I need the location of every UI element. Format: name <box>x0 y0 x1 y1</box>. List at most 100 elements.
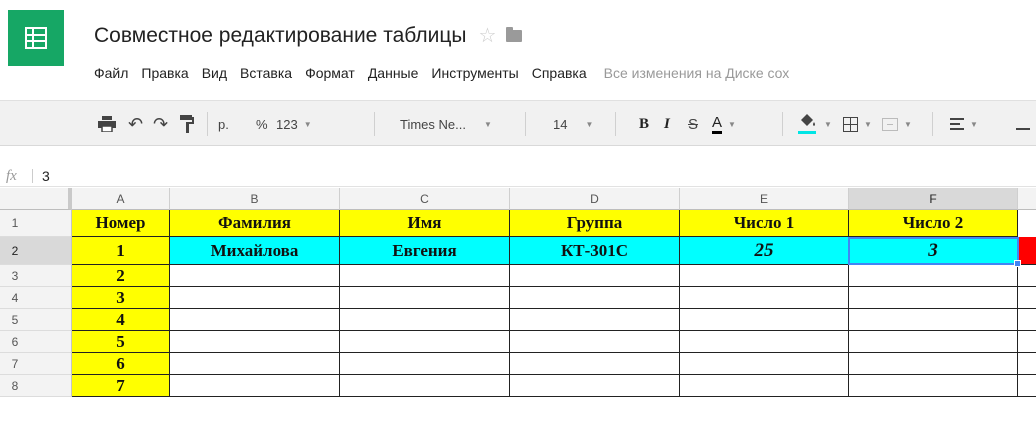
data-cell-a2[interactable]: 1 <box>72 237 170 265</box>
empty-cell[interactable] <box>510 353 680 375</box>
row-header-1[interactable]: 1 <box>0 210 72 237</box>
empty-cell[interactable] <box>170 265 340 287</box>
empty-cell[interactable] <box>849 265 1018 287</box>
data-cell-f2[interactable]: 3 <box>849 237 1018 265</box>
column-header-f[interactable]: F <box>849 188 1018 210</box>
empty-cell[interactable] <box>1018 287 1036 309</box>
data-cell-d2[interactable]: КТ-301С <box>510 237 680 265</box>
align-button[interactable]: ▼ <box>950 101 978 147</box>
row-header-6[interactable]: 6 <box>0 331 72 353</box>
number-cell-a8[interactable]: 7 <box>72 375 170 397</box>
header-cell-a[interactable]: Номер <box>72 210 170 237</box>
menu-insert[interactable]: Вставка <box>240 65 292 81</box>
valign-button[interactable] <box>1016 101 1030 147</box>
number-format-dropdown[interactable]: 123 ▼ <box>276 101 312 147</box>
row-header-5[interactable]: 5 <box>0 309 72 331</box>
row-header-3[interactable]: 3 <box>0 265 72 287</box>
header-cell-e[interactable]: Число 1 <box>680 210 849 237</box>
fill-color-button[interactable]: ▼ <box>798 101 832 147</box>
empty-cell[interactable] <box>510 265 680 287</box>
column-header-d[interactable]: D <box>510 188 680 210</box>
font-family-dropdown[interactable]: Times Ne... ▼ <box>400 101 492 147</box>
folder-icon[interactable] <box>506 27 523 42</box>
empty-cell[interactable] <box>510 331 680 353</box>
empty-cell[interactable] <box>680 331 849 353</box>
undo-button[interactable]: ↶ <box>128 101 143 147</box>
empty-cell[interactable] <box>340 375 510 397</box>
empty-cell[interactable] <box>849 353 1018 375</box>
data-cell-b2[interactable]: Михайлова <box>170 237 340 265</box>
currency-format-button[interactable]: р. <box>218 101 229 147</box>
row-header-4[interactable]: 4 <box>0 287 72 309</box>
document-title[interactable]: Совместное редактирование таблицы <box>94 24 466 48</box>
empty-cell[interactable] <box>510 375 680 397</box>
header-cell-b[interactable]: Фамилия <box>170 210 340 237</box>
data-cell-e2[interactable]: 25 <box>680 237 849 265</box>
header-cell-c[interactable]: Имя <box>340 210 510 237</box>
percent-format-button[interactable]: % <box>256 101 268 147</box>
empty-cell[interactable] <box>1018 331 1036 353</box>
column-header-a[interactable]: A <box>72 188 170 210</box>
menu-data[interactable]: Данные <box>368 65 419 81</box>
column-header-b[interactable]: B <box>170 188 340 210</box>
number-cell-a4[interactable]: 3 <box>72 287 170 309</box>
empty-cell[interactable] <box>510 287 680 309</box>
save-status[interactable]: Все изменения на Диске сох <box>604 65 790 81</box>
menu-file[interactable]: Файл <box>94 65 128 81</box>
empty-cell[interactable] <box>680 265 849 287</box>
select-all-corner[interactable] <box>0 188 72 210</box>
column-header-g[interactable] <box>1018 188 1036 210</box>
empty-cell[interactable] <box>849 331 1018 353</box>
merge-cells-button[interactable]: ▼ <box>882 101 912 147</box>
star-icon[interactable]: ☆ <box>478 26 496 46</box>
empty-cell[interactable] <box>1018 353 1036 375</box>
number-cell-a7[interactable]: 6 <box>72 353 170 375</box>
strikethrough-button[interactable]: S <box>688 101 698 147</box>
fill-handle[interactable] <box>1014 260 1021 267</box>
empty-cell[interactable] <box>680 287 849 309</box>
font-size-dropdown[interactable]: 14 ▼ <box>553 101 593 147</box>
italic-button[interactable]: I <box>664 101 670 147</box>
empty-cell[interactable] <box>170 375 340 397</box>
row-header-7[interactable]: 7 <box>0 353 72 375</box>
empty-cell[interactable] <box>1018 375 1036 397</box>
paint-format-button[interactable] <box>180 101 194 147</box>
column-header-e[interactable]: E <box>680 188 849 210</box>
row-header-2[interactable]: 2 <box>0 237 72 265</box>
empty-cell[interactable] <box>1018 309 1036 331</box>
number-cell-a6[interactable]: 5 <box>72 331 170 353</box>
empty-cell[interactable] <box>170 353 340 375</box>
menu-edit[interactable]: Правка <box>141 65 188 81</box>
empty-cell[interactable] <box>340 331 510 353</box>
header-cell-f[interactable]: Число 2 <box>849 210 1018 237</box>
empty-cell[interactable] <box>680 353 849 375</box>
bold-button[interactable]: B <box>639 101 649 147</box>
print-button[interactable] <box>98 101 116 147</box>
number-cell-a5[interactable]: 4 <box>72 309 170 331</box>
empty-cell[interactable] <box>849 287 1018 309</box>
sheets-logo[interactable] <box>8 10 64 66</box>
empty-cell[interactable] <box>510 309 680 331</box>
data-cell-c2[interactable]: Евгения <box>340 237 510 265</box>
empty-cell[interactable] <box>849 309 1018 331</box>
empty-cell[interactable] <box>680 309 849 331</box>
empty-cell[interactable] <box>1018 265 1036 287</box>
empty-cell[interactable] <box>170 287 340 309</box>
empty-cell[interactable] <box>849 375 1018 397</box>
header-cell-d[interactable]: Группа <box>510 210 680 237</box>
row-header-8[interactable]: 8 <box>0 375 72 397</box>
empty-cell[interactable] <box>340 309 510 331</box>
empty-cell[interactable] <box>170 331 340 353</box>
menu-help[interactable]: Справка <box>532 65 587 81</box>
redo-button[interactable]: ↷ <box>153 101 168 147</box>
formula-input[interactable]: 3 <box>42 165 50 187</box>
empty-cell[interactable] <box>340 287 510 309</box>
menu-view[interactable]: Вид <box>202 65 227 81</box>
empty-cell[interactable] <box>340 353 510 375</box>
menu-tools[interactable]: Инструменты <box>431 65 518 81</box>
column-header-c[interactable]: C <box>340 188 510 210</box>
empty-cell[interactable] <box>340 265 510 287</box>
borders-button[interactable]: ▼ <box>843 101 872 147</box>
empty-cell[interactable] <box>170 309 340 331</box>
number-cell-a3[interactable]: 2 <box>72 265 170 287</box>
